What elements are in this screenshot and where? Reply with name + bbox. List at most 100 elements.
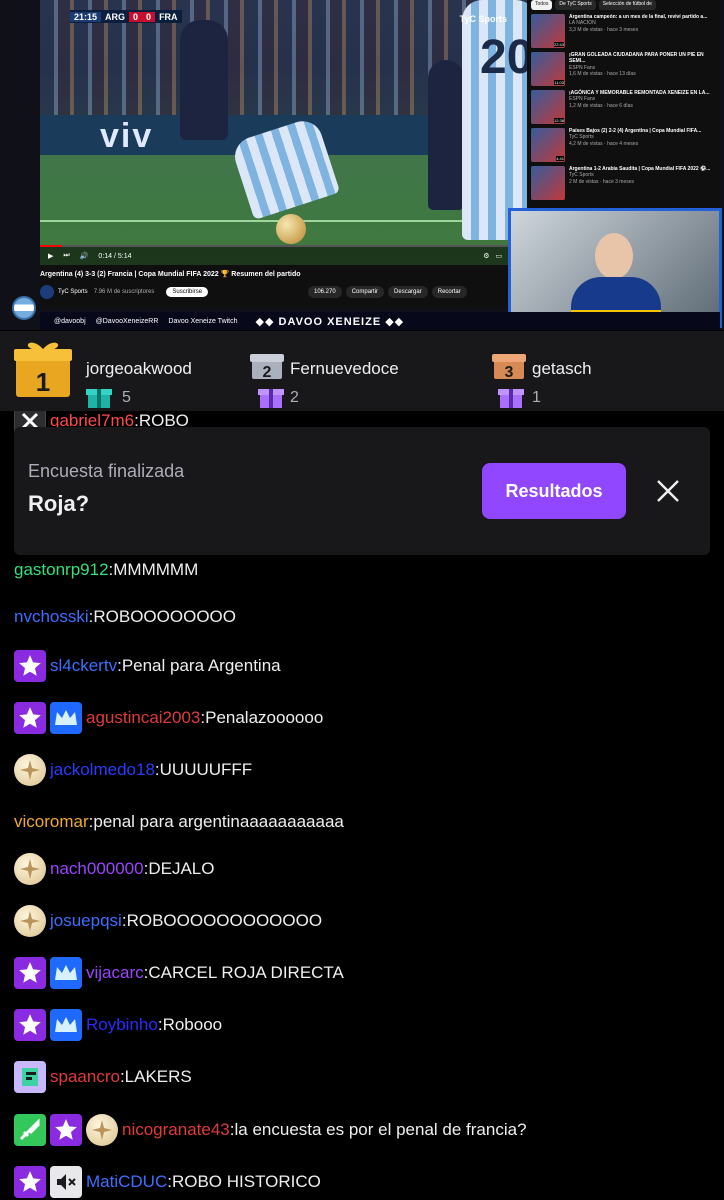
stream-brand: ◆◆ DAVOO XENEIZE ◆◆ (255, 315, 405, 328)
poll-status: Encuesta finalizada (28, 461, 185, 481)
chat-message[interactable]: nvchosski: ROBOOOOOOOO (14, 607, 236, 627)
gifter-name[interactable]: getasch (532, 359, 592, 379)
sword-badge-icon (14, 1114, 46, 1146)
download-button[interactable]: Descargar (388, 286, 428, 298)
star-badge-icon (14, 650, 46, 682)
chat-username[interactable]: nach000000 (50, 859, 144, 879)
chat-message[interactable]: jackolmedo18: UUUUUFFF (14, 754, 252, 786)
chat-username[interactable]: jackolmedo18 (50, 760, 155, 780)
chat-text: ROBOOOOOOOOOOOO (126, 911, 323, 930)
compass-badge-icon (14, 905, 46, 937)
gold-gift-rank-icon: 1 (14, 342, 72, 397)
rec-tab[interactable]: Selección de fútbol de (598, 0, 656, 10)
recommendation-thumbnail[interactable]: 22:43 (531, 14, 565, 48)
youtube-handle: Davoo Xeneize Twitch (168, 317, 238, 325)
recommendation-title[interactable]: ¡GRAN GOLEADA CIUDADANA PARA PONER UN PI… (569, 52, 720, 65)
chat-text: penal para argentinaaaaaaaaaaa (93, 812, 344, 831)
player-figure (428, 60, 464, 210)
leaderboard-entry-1[interactable]: 1 jorgeoakwood 5 (14, 339, 234, 408)
chat-message[interactable]: Roybinho: Robooo (14, 1009, 222, 1041)
chat-username[interactable]: Roybinho (86, 1015, 158, 1035)
chat-message[interactable]: nicogranate43: la encuesta es por el pen… (14, 1114, 527, 1146)
recommendation-thumbnail[interactable]: 12:38 (531, 90, 565, 124)
channel-name[interactable]: TyC Sports (58, 289, 88, 295)
compass-badge-icon (86, 1114, 118, 1146)
recommendation-meta: 1,2 M de vistas · hace 6 días (569, 102, 633, 109)
share-button[interactable]: Compartir (345, 286, 385, 298)
video-duration: 11:03 (554, 80, 564, 85)
volume-icon[interactable]: 🔊 (80, 252, 89, 260)
video-duration: 22:43 (553, 42, 564, 47)
poll-question: Roja? (28, 491, 90, 516)
scorebug: 21:15 ARG 0 0 FRA (70, 10, 182, 23)
rank-number: 3 (505, 364, 514, 381)
recommendation-item[interactable]: 22:43 Argentina campeón: a un mes de la f… (531, 14, 720, 48)
recommendation-meta: 3,3 M de vistas · hace 3 meses (569, 26, 639, 33)
gifter-name[interactable]: jorgeoakwood (86, 359, 192, 379)
gift-count: 1 (532, 389, 541, 406)
chat-username[interactable]: MatiCDUC (86, 1172, 167, 1192)
channel-avatar[interactable] (40, 285, 54, 299)
chat-message[interactable]: vijacarc: CARCEL ROJA DIRECTA (14, 957, 344, 989)
leaderboard-entry-3[interactable]: 3 getasch 1 (492, 339, 712, 408)
stream-video-player[interactable]: viv 20 21:15 ARG 0 0 FRA TyC Sports ▶ ⏭ … (0, 0, 724, 330)
recommendation-list: 22:43 Argentina campeón: a un mes de la f… (531, 14, 720, 200)
chat-text: Penal para Argentina (121, 656, 281, 675)
chat-badges (14, 754, 46, 786)
chat-text: MMMMMM (113, 560, 199, 579)
chat-username[interactable]: gastonrp912 (14, 560, 109, 580)
chat-badges (14, 702, 82, 734)
subscribe-button[interactable]: Suscribirse (166, 287, 209, 297)
chat-message[interactable]: nach000000: DEJALO (14, 853, 214, 885)
chat-message[interactable]: agustincai2003: Penalazoooooo (14, 702, 323, 734)
chat-message[interactable]: spaancro: LAKERS (14, 1061, 192, 1093)
chat-message[interactable]: josuepqsi: ROBOOOOOOOOOOOO (14, 905, 322, 937)
chat-text: CARCEL ROJA DIRECTA (148, 963, 344, 982)
chat-badges (14, 1114, 118, 1146)
gifter-name[interactable]: Fernuevedoce (290, 359, 399, 379)
mute-badge-icon (50, 1166, 82, 1198)
rec-tab[interactable]: De TyC Sports (555, 0, 596, 10)
next-icon[interactable]: ⏭ (63, 252, 69, 260)
chat-username[interactable]: vicoromar (14, 812, 89, 832)
crown-badge-icon (50, 957, 82, 989)
close-poll-button[interactable] (652, 475, 684, 507)
recommendation-item[interactable]: Argentina 1-2 Arabia Saudita | Copa Mund… (531, 166, 720, 200)
broadcaster-logo: TyC Sports (459, 14, 507, 24)
leaderboard-entry-2[interactable]: 2 Fernuevedoce 2 (250, 339, 470, 408)
chat-text: DEJALO (148, 859, 215, 878)
match-clock: 21:15 (70, 11, 102, 22)
like-button[interactable]: 106.270 (308, 286, 342, 298)
chat-username[interactable]: sl4ckertv (50, 656, 117, 676)
chat-badges (14, 853, 46, 885)
gift-count: 2 (290, 389, 299, 406)
chat-username[interactable]: spaancro (50, 1067, 120, 1087)
clip-button[interactable]: Recortar (431, 286, 467, 298)
chat-message[interactable]: gastonrp912: MMMMMM (14, 560, 198, 580)
gift-count: 5 (122, 389, 131, 406)
chat-username[interactable]: vijacarc (86, 963, 144, 983)
recommendation-thumbnail[interactable]: 4:41 (531, 128, 565, 162)
chat-message[interactable]: MatiCDUC: ROBO HISTORICO (14, 1166, 321, 1198)
chat-username[interactable]: nicogranate43 (122, 1120, 230, 1140)
chat-username[interactable]: nvchosski (14, 607, 89, 627)
chat-message[interactable]: sl4ckertv: Penal para Argentina (14, 650, 281, 682)
chat-text: ROBO HISTORICO (171, 1172, 321, 1191)
chat-text: Robooo (162, 1015, 223, 1034)
recommendation-item[interactable]: 11:03 ¡GRAN GOLEADA CIUDADANA PARA PONER … (531, 52, 720, 86)
chat-message[interactable]: vicoromar: penal para argentinaaaaaaaaaa… (14, 812, 344, 832)
recommendation-item[interactable]: 12:38 ¡AGÓNICA Y MEMORABLE REMONTADA XENE… (531, 90, 720, 124)
recommendation-thumbnail[interactable]: 11:03 (531, 52, 565, 86)
results-button[interactable]: Resultados (482, 463, 626, 519)
recommendation-meta: 2 M de vistas · hace 3 meses (569, 178, 635, 185)
channel-subscribers: 7.96 M de suscriptores (93, 289, 155, 295)
chat-username[interactable]: josuepqsi (50, 911, 122, 931)
bronze-gift-rank-icon: 3 (492, 354, 526, 381)
rec-tab[interactable]: Todos (531, 0, 553, 10)
play-icon[interactable]: ▶ (48, 252, 53, 260)
recommendation-item[interactable]: 4:41 Países Bajos (2) 2-2 (4) Argentina |… (531, 128, 720, 162)
home-team: ARG (105, 11, 126, 22)
close-icon (657, 480, 679, 502)
recommendation-thumbnail[interactable] (531, 166, 565, 200)
chat-username[interactable]: agustincai2003 (86, 708, 200, 728)
